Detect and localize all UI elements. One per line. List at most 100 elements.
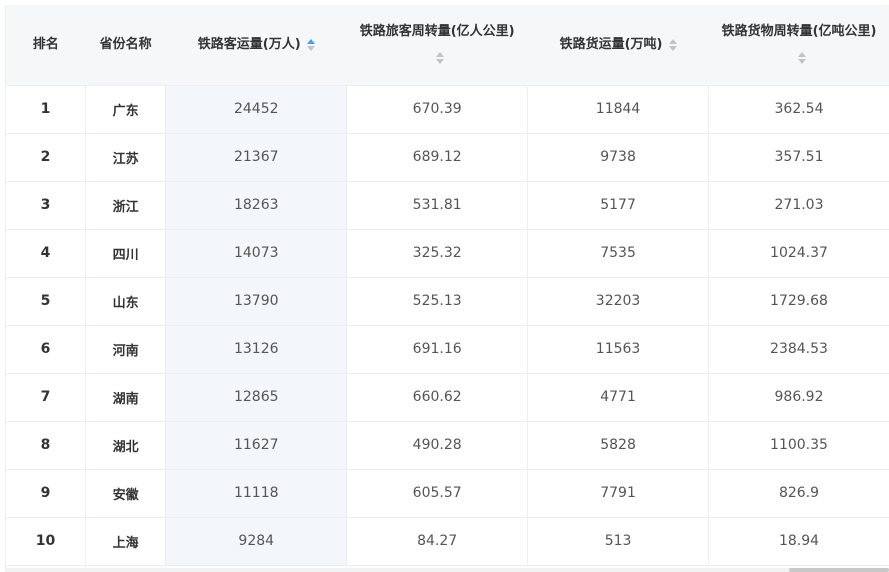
- rank-cell: 10: [6, 517, 86, 566]
- passengers-cell: 14073: [165, 229, 348, 278]
- passengers-cell: 11118: [165, 469, 348, 518]
- freight-cell: 11563: [527, 325, 710, 374]
- table-row: 1 广东 24452 670.39 11844 362.54: [6, 85, 889, 134]
- rank-cell: 9: [6, 469, 86, 518]
- passengers-cell: 11627: [165, 421, 348, 470]
- freight-turnover-cell: 18.94: [708, 517, 889, 566]
- freight-turnover-cell: 2384.53: [708, 325, 889, 374]
- sort-descending-icon[interactable]: [306, 45, 315, 51]
- column-header-3[interactable]: 铁路旅客周转量(亿人公里): [346, 5, 528, 86]
- sort-ascending-icon[interactable]: [668, 38, 677, 44]
- column-header-2[interactable]: 铁路客运量(万人): [165, 5, 347, 86]
- table-row: 5 山东 13790 525.13 32203 1729.68: [6, 277, 889, 326]
- province-cell: 浙江: [85, 181, 167, 230]
- column-header-label: 排名: [32, 37, 59, 53]
- rank-cell: 4: [6, 229, 86, 278]
- table-row: 4 四川 14073 325.32 7535 1024.37: [6, 229, 889, 278]
- sort-caret-icon[interactable]: [306, 38, 315, 51]
- scrollbar-thumb[interactable]: [789, 568, 889, 572]
- table-body: 1 广东 24452 670.39 11844 362.54 2 江苏 21367 689.12 9…: [6, 85, 889, 566]
- sort-descending-icon[interactable]: [668, 45, 677, 51]
- sort-ascending-icon[interactable]: [306, 38, 315, 44]
- passenger-turnover-cell: 490.28: [346, 421, 529, 470]
- freight-cell: 32203: [527, 277, 710, 326]
- freight-turnover-cell: 1729.68: [708, 277, 889, 326]
- province-cell: 广东: [85, 85, 167, 134]
- column-header-label: 省份名称: [99, 37, 152, 53]
- rank-cell: 8: [6, 421, 86, 470]
- header-row: 排名 省份名称 铁路客运量(万人) 铁路旅客周转量(亿人公里) 铁路货运量(万吨) 铁路货…: [6, 5, 889, 86]
- rail-transport-table: 排名 省份名称 铁路客运量(万人) 铁路旅客周转量(亿人公里) 铁路货运量(万吨) 铁路货…: [6, 5, 889, 566]
- freight-cell: 5828: [527, 421, 710, 470]
- sort-ascending-icon[interactable]: [436, 52, 445, 58]
- sort-caret-icon[interactable]: [436, 52, 445, 65]
- passengers-cell: 13126: [165, 325, 348, 374]
- freight-cell: 7535: [527, 229, 710, 278]
- table-row: 9 安徽 11118 605.57 7791 826.9: [6, 469, 889, 518]
- rank-cell: 6: [6, 325, 86, 374]
- province-cell: 上海: [85, 517, 167, 566]
- column-header-5[interactable]: 铁路货物周转量(亿吨公里): [708, 5, 889, 86]
- freight-turnover-cell: 826.9: [708, 469, 889, 518]
- freight-turnover-cell: 357.51: [708, 133, 889, 182]
- rank-cell: 3: [6, 181, 86, 230]
- column-header-0: 排名: [6, 5, 86, 86]
- freight-turnover-cell: 1024.37: [708, 229, 889, 278]
- passenger-turnover-cell: 525.13: [346, 277, 529, 326]
- passengers-cell: 12865: [165, 373, 348, 422]
- sort-descending-icon[interactable]: [798, 59, 806, 65]
- column-header-1: 省份名称: [85, 5, 166, 86]
- province-cell: 江苏: [85, 133, 167, 182]
- freight-turnover-cell: 1100.35: [708, 421, 889, 470]
- province-cell: 山东: [85, 277, 167, 326]
- passenger-turnover-cell: 691.16: [346, 325, 529, 374]
- rank-cell: 5: [6, 277, 86, 326]
- table-row: 10 上海 9284 84.27 513 18.94: [6, 517, 889, 566]
- passenger-turnover-cell: 660.62: [346, 373, 529, 422]
- passengers-cell: 24452: [165, 85, 348, 134]
- freight-turnover-cell: 986.92: [708, 373, 889, 422]
- rank-cell: 7: [6, 373, 86, 422]
- passenger-turnover-cell: 605.57: [346, 469, 529, 518]
- passenger-turnover-cell: 84.27: [346, 517, 529, 566]
- column-header-label: 铁路货运量(万吨): [559, 37, 663, 53]
- freight-cell: 9738: [527, 133, 710, 182]
- column-header-4[interactable]: 铁路货运量(万吨): [527, 5, 709, 86]
- freight-cell: 4771: [527, 373, 710, 422]
- province-cell: 四川: [85, 229, 167, 278]
- column-header-label: 铁路客运量(万人): [197, 37, 301, 53]
- table-row: 7 湖南 12865 660.62 4771 986.92: [6, 373, 889, 422]
- province-cell: 湖南: [85, 373, 167, 422]
- horizontal-scrollbar[interactable]: [5, 568, 889, 572]
- sort-caret-icon[interactable]: [668, 38, 677, 51]
- sort-ascending-icon[interactable]: [798, 52, 806, 58]
- sort-descending-icon[interactable]: [436, 59, 445, 65]
- passengers-cell: 18263: [165, 181, 348, 230]
- data-table-wrapper: 排名 省份名称 铁路客运量(万人) 铁路旅客周转量(亿人公里) 铁路货运量(万吨) 铁路货…: [5, 5, 889, 568]
- table-row: 8 湖北 11627 490.28 5828 1100.35: [6, 421, 889, 470]
- freight-cell: 5177: [527, 181, 710, 230]
- rank-cell: 1: [6, 85, 86, 134]
- sort-caret-icon[interactable]: [798, 52, 806, 65]
- passengers-cell: 13790: [165, 277, 348, 326]
- freight-cell: 11844: [527, 85, 710, 134]
- passenger-turnover-cell: 325.32: [346, 229, 529, 278]
- table-row: 6 河南 13126 691.16 11563 2384.53: [6, 325, 889, 374]
- freight-turnover-cell: 362.54: [708, 85, 889, 134]
- passenger-turnover-cell: 689.12: [346, 133, 529, 182]
- rank-cell: 2: [6, 133, 86, 182]
- table-row: 2 江苏 21367 689.12 9738 357.51: [6, 133, 889, 182]
- freight-turnover-cell: 271.03: [708, 181, 889, 230]
- passengers-cell: 9284: [165, 517, 348, 566]
- table-header: 排名 省份名称 铁路客运量(万人) 铁路旅客周转量(亿人公里) 铁路货运量(万吨) 铁路货…: [6, 5, 889, 86]
- province-cell: 安徽: [85, 469, 167, 518]
- passenger-turnover-cell: 670.39: [346, 85, 529, 134]
- passenger-turnover-cell: 531.81: [346, 181, 529, 230]
- freight-cell: 513: [527, 517, 710, 566]
- freight-cell: 7791: [527, 469, 710, 518]
- table-row: 3 浙江 18263 531.81 5177 271.03: [6, 181, 889, 230]
- passengers-cell: 21367: [165, 133, 348, 182]
- province-cell: 湖北: [85, 421, 167, 470]
- column-header-label: 铁路旅客周转量(亿人公里): [359, 23, 515, 39]
- column-header-label: 铁路货物周转量(亿吨公里): [721, 23, 877, 39]
